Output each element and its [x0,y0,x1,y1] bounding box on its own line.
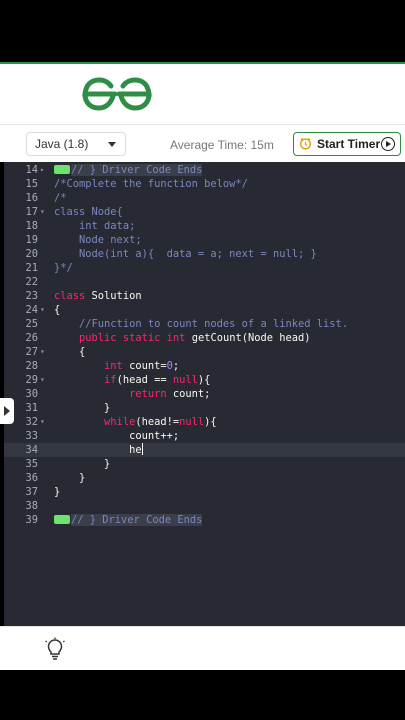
bottom-black-band [0,670,405,720]
code-text: return count; [129,388,211,400]
line-number: 35 [25,458,38,470]
line-number: 20 [25,248,38,260]
code-text: { [54,304,61,316]
code-text: if(head == null){ [104,374,211,386]
average-time-label: Average Time: 15m [170,138,274,152]
line-number: 29 [25,374,38,386]
code-text: while(head!=null){ [104,416,217,428]
code-text: } [54,472,86,484]
code-text: Node next; [54,234,142,246]
line-number: 36 [25,472,38,484]
fold-toggle-icon[interactable]: ▾ [40,205,50,219]
line-number: 25 [25,318,38,330]
code-line[interactable]: 23 class Solution [4,289,405,303]
code-text: int count=0; [104,360,180,372]
site-header [0,64,405,124]
code-line[interactable]: 29 ▾ if(head == null){ [4,373,405,387]
line-number: 26 [25,332,38,344]
code-line[interactable]: 30 return count; [4,387,405,401]
code-line[interactable]: 18 int data; [4,219,405,233]
line-number: 23 [25,290,38,302]
line-number: 33 [25,430,38,442]
bottom-bar [0,626,405,670]
code-text: }*/ [54,262,73,274]
code-text: class Node{ [54,206,123,218]
language-select[interactable]: Java (1.8) [26,132,126,156]
code-line[interactable]: 20 Node(int a){ data = a; next = null; } [4,247,405,261]
code-line[interactable]: 38 [4,499,405,513]
code-line[interactable]: 17 ▾ class Node{ [4,205,405,219]
code-text: int data; [54,220,136,232]
play-circle-icon [381,137,395,151]
code-line[interactable]: 24 ▾ { [4,303,405,317]
code-text: /*Complete the function below*/ [54,178,248,190]
code-text: Node(int a){ data = a; next = null; } [54,248,317,260]
lightbulb-icon[interactable] [44,637,66,661]
code-line[interactable]: 36 } [4,471,405,485]
code-line[interactable]: 32 ▾ while(head!=null){ [4,415,405,429]
line-number: 18 [25,220,38,232]
code-line[interactable]: 33 count++; [4,429,405,443]
line-number: 28 [25,360,38,372]
line-number: 37 [25,486,38,498]
line-number: 17 [25,206,38,218]
code-text: } [54,486,61,498]
line-number: 22 [25,276,38,288]
code-line[interactable]: 19 Node next; [4,233,405,247]
code-line[interactable]: 37} [4,485,405,499]
fold-toggle-icon[interactable]: ▾ [40,373,50,387]
code-line[interactable]: 21 }*/ [4,261,405,275]
folded-code-icon[interactable] [54,165,70,174]
top-black-band [0,0,405,62]
code-line[interactable]: 22 [4,275,405,289]
fold-toggle-icon[interactable]: ▾ [40,415,50,429]
code-line[interactable]: 28 int count=0; [4,359,405,373]
code-text: // } Driver Code Ends [54,163,203,177]
line-number: 15 [25,178,38,190]
fold-toggle-icon[interactable]: ▾ [40,345,50,359]
line-number: 34 [25,444,38,456]
code-text: { [54,346,86,358]
code-editor[interactable]: 14 ▸ // } Driver Code Ends 15 /*Complete the… [4,162,405,626]
line-number: 21 [25,262,38,274]
code-text: he [54,443,143,456]
expand-sidebar-handle[interactable] [0,398,14,424]
line-number: 38 [25,500,38,512]
code-line[interactable]: 34 he [4,443,405,457]
language-select-value: Java (1.8) [35,137,89,151]
start-timer-label: Start Timer [317,137,381,151]
code-line[interactable]: 26 public static int getCount(Node head) [4,331,405,345]
folded-code-icon[interactable] [54,515,70,524]
fold-toggle-icon[interactable]: ▸ [40,163,50,177]
code-text: class Solution [54,290,142,302]
code-line[interactable]: 31 } [4,401,405,415]
code-line[interactable]: 14 ▸ // } Driver Code Ends [4,163,405,177]
code-text: count++; [54,430,180,442]
code-text: // } Driver Code Ends [54,513,203,527]
line-number: 39 [25,514,38,526]
line-number: 27 [25,346,38,358]
text-cursor [141,443,143,455]
start-timer-button[interactable]: Start Timer [293,132,401,156]
code-line[interactable]: 25 //Function to count nodes of a linked… [4,317,405,331]
code-text: } [54,402,111,414]
code-text: } [54,458,111,470]
line-number: 24 [25,304,38,316]
fold-toggle-icon[interactable]: ▾ [40,303,50,317]
code-line[interactable]: 35 } [4,457,405,471]
code-line[interactable]: 39 // } Driver Code Ends [4,513,405,527]
code-line[interactable]: 16 /* [4,191,405,205]
line-number: 14 [25,164,38,176]
line-number: 16 [25,192,38,204]
chevron-down-icon [108,142,116,147]
line-number: 19 [25,234,38,246]
code-text: /* [54,192,67,204]
code-text: //Function to count nodes of a linked li… [54,318,349,330]
gfg-logo[interactable] [80,76,154,112]
code-line[interactable]: 15 /*Complete the function below*/ [4,177,405,191]
code-line[interactable]: 27 ▾ { [4,345,405,359]
code-text: public static int getCount(Node head) [79,332,311,344]
alarm-clock-icon [299,137,312,150]
